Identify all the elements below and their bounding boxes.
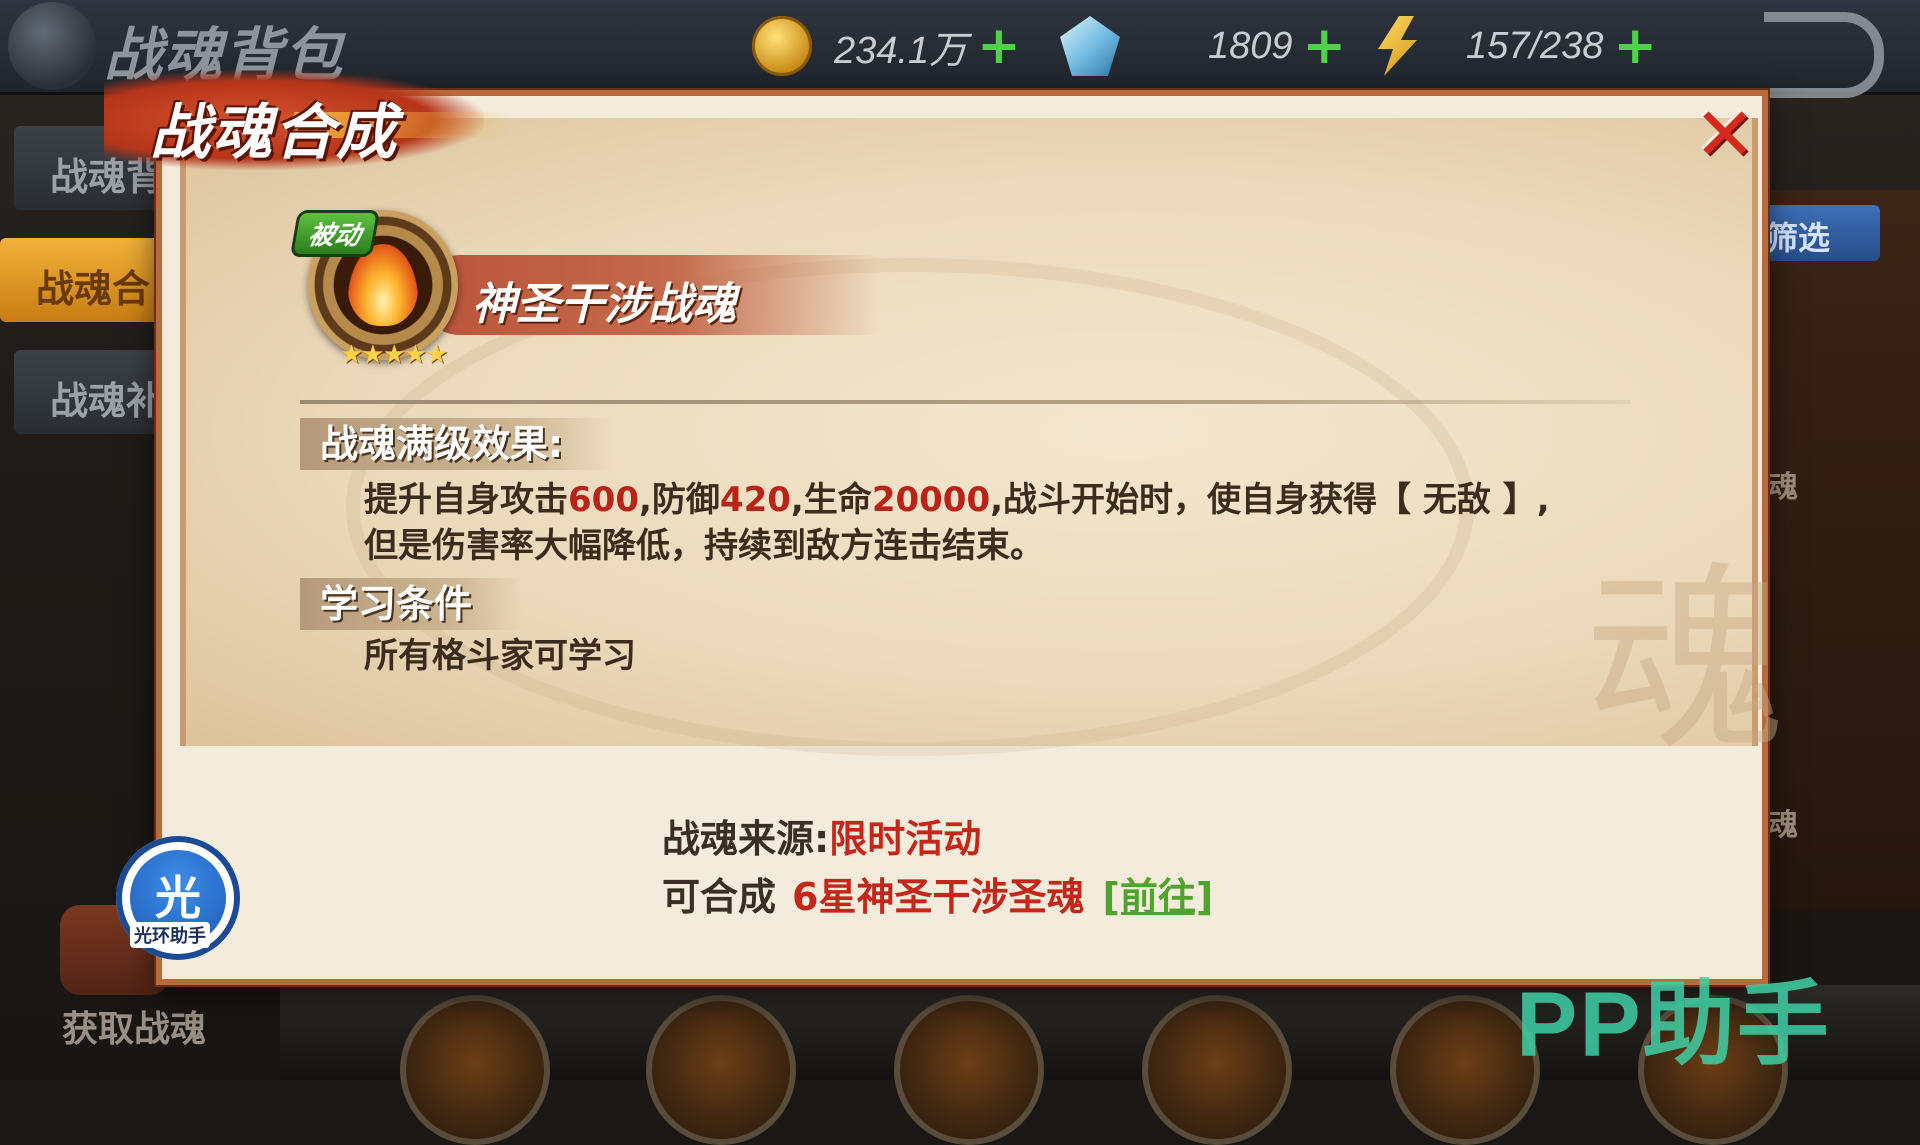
globe-icon bbox=[8, 2, 96, 90]
hp-value: 20000 bbox=[871, 480, 991, 520]
badge-caption: 光环助手 bbox=[130, 922, 210, 948]
diamond-resource: 1809 + bbox=[1060, 14, 1346, 78]
passive-tag: 被动 bbox=[289, 210, 381, 257]
close-button[interactable]: ✕ bbox=[1690, 98, 1760, 172]
star-rating: ★★★★★ bbox=[340, 340, 449, 370]
soul-brush-glyph: 魂 bbox=[1586, 545, 1787, 778]
badge-char: 光 bbox=[155, 871, 201, 925]
close-icon[interactable]: ✕ bbox=[1694, 98, 1756, 172]
soul-slot[interactable] bbox=[894, 995, 1044, 1145]
source-value: 限时活动 bbox=[829, 817, 982, 861]
effect-text: 提升自身攻击 bbox=[364, 480, 568, 520]
modal-title: 战魂合成 bbox=[150, 98, 398, 168]
back-arrow-icon[interactable] bbox=[1764, 12, 1884, 98]
effect-line-2: 但是伤害率大幅降低，持续到敌方连击结束。 bbox=[364, 526, 1044, 566]
source-line: 战魂来源:限时活动 bbox=[662, 808, 981, 863]
gold-value: 234.1万 bbox=[834, 29, 968, 72]
effect-text: ,防御 bbox=[638, 480, 720, 520]
effect-line-1: 提升自身攻击600,防御420,生命20000,战斗开始时，使自身获得【 无敌 … bbox=[364, 478, 1550, 523]
soul-slot[interactable] bbox=[646, 995, 796, 1145]
filter-button[interactable]: 筛选 bbox=[1760, 205, 1880, 261]
right-label-2: 魂 bbox=[1768, 808, 1798, 843]
attack-value: 600 bbox=[568, 480, 639, 520]
synth-target: 6星神圣干涉圣魂 bbox=[792, 875, 1085, 919]
defense-value: 420 bbox=[719, 480, 791, 520]
skill-name: 神圣干涉战魂 bbox=[472, 279, 736, 330]
goto-link[interactable]: [前往] bbox=[1102, 875, 1213, 919]
gold-coin-icon bbox=[752, 16, 812, 76]
synth-line: 可合成 6星神圣干涉圣魂 [前往] bbox=[662, 866, 1213, 921]
fetch-soul-label[interactable]: 获取战魂 bbox=[62, 1000, 206, 1052]
diamond-value: 1809 bbox=[1208, 24, 1293, 67]
effect-text: ,战斗开始时，使自身获得【 无敌 】, bbox=[990, 480, 1550, 520]
soul-slot[interactable] bbox=[1142, 995, 1292, 1145]
divider bbox=[300, 400, 1630, 404]
soul-slot[interactable] bbox=[400, 995, 550, 1145]
effect-heading: 战魂满级效果: bbox=[300, 418, 614, 470]
synth-label: 可合成 bbox=[662, 875, 777, 919]
energy-resource: 157/238 + bbox=[1366, 14, 1657, 78]
learn-heading: 学习条件 bbox=[300, 578, 523, 630]
gold-resource: 234.1万 + bbox=[752, 14, 1021, 78]
add-energy-button[interactable]: + bbox=[1613, 20, 1657, 72]
diamond-icon bbox=[1060, 16, 1120, 76]
learn-text: 所有格斗家可学习 bbox=[364, 636, 636, 676]
energy-value: 157/238 bbox=[1466, 24, 1604, 67]
side-tab-synthesis[interactable]: 战魂合 bbox=[0, 238, 170, 322]
energy-bolt-icon bbox=[1378, 16, 1417, 76]
add-gold-button[interactable]: + bbox=[977, 20, 1021, 72]
add-diamond-button[interactable]: + bbox=[1303, 20, 1347, 72]
pp-watermark: PP助手 bbox=[1516, 974, 1831, 1076]
source-label: 战魂来源: bbox=[662, 817, 830, 861]
effect-text: ,生命 bbox=[790, 480, 872, 520]
